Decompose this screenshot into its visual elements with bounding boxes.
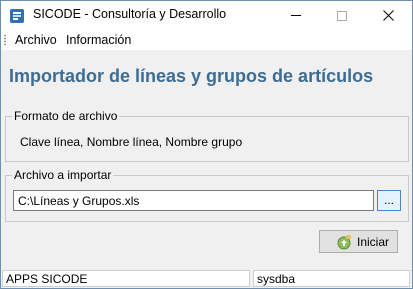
status-app-panel: APPS SICODE: [2, 270, 250, 287]
file-format-group: Formato de archivo Clave línea, Nombre l…: [5, 109, 409, 162]
status-user-panel: sysdba: [253, 270, 410, 287]
app-icon: [10, 9, 24, 23]
header-panel: Importador de líneas y grupos de artícul…: [1, 50, 412, 107]
file-path-input[interactable]: [13, 190, 374, 211]
page-title: Importador de líneas y grupos de artícul…: [9, 66, 374, 86]
file-import-legend: Archivo a importar: [12, 168, 114, 182]
close-icon: [382, 10, 394, 21]
start-button[interactable]: Iniciar: [319, 230, 398, 253]
browse-button[interactable]: ...: [377, 190, 401, 211]
maximize-button[interactable]: [319, 1, 365, 30]
menu-archivo[interactable]: Archivo: [15, 33, 57, 47]
status-bar: APPS SICODE sysdba: [1, 268, 412, 288]
app-window: SICODE - Consultoría y Desarrollo Archiv…: [0, 0, 413, 289]
status-app-name: APPS SICODE: [6, 272, 88, 286]
minimize-button[interactable]: [273, 1, 319, 30]
close-button[interactable]: [365, 1, 411, 30]
maximize-icon: [337, 10, 347, 21]
minimize-icon: [291, 15, 301, 16]
file-format-description: Clave línea, Nombre línea, Nombre grupo: [20, 135, 243, 149]
start-label: Iniciar: [357, 234, 390, 249]
start-import-icon: [337, 234, 351, 249]
title-bar[interactable]: SICODE - Consultoría y Desarrollo: [1, 1, 412, 30]
file-import-group: Archivo a importar ...: [5, 168, 409, 222]
window-title: SICODE - Consultoría y Desarrollo: [33, 7, 227, 21]
status-user: sysdba: [257, 272, 296, 286]
menu-informacion[interactable]: Información: [66, 33, 131, 47]
file-format-legend: Formato de archivo: [12, 109, 120, 123]
menu-grip-icon[interactable]: [4, 34, 6, 46]
menu-bar: Archivo Información: [1, 30, 412, 50]
